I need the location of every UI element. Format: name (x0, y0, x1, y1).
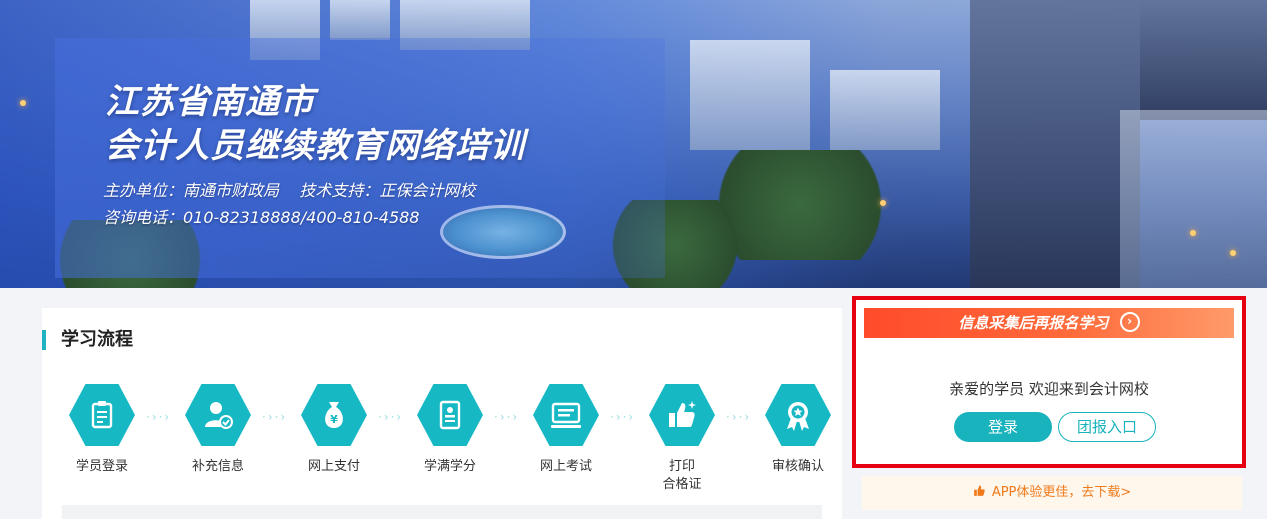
svg-text:¥: ¥ (330, 413, 338, 426)
banner-light (20, 100, 26, 106)
step-complete-credits[interactable]: 学满学分 (410, 382, 490, 476)
step-label: 补充信息 (191, 459, 244, 474)
banner-hotline: 咨询电话：010-82318888/400-810-4588 (103, 208, 420, 227)
monitor-icon (551, 402, 581, 428)
money-bag-icon: ¥ (325, 402, 343, 428)
banner-skyscraper (970, 0, 1140, 288)
info-collect-banner[interactable]: 信息采集后再报名学习 › (864, 308, 1234, 338)
step-label: 学员登录 (75, 459, 128, 474)
thumbs-up-icon (973, 476, 986, 510)
step-review-confirm[interactable]: 审核确认 (758, 382, 838, 476)
app-download-text: APP体验更佳，去下载> (991, 485, 1132, 500)
step-online-exam[interactable]: 网上考试 (526, 382, 606, 476)
chevron-right-icon: › (1119, 312, 1140, 332)
award-icon (787, 402, 809, 431)
user-check-icon (205, 402, 233, 429)
banner-building (330, 0, 390, 40)
step-icon-container: ¥ (301, 383, 367, 447)
step-icon-container (649, 383, 715, 447)
step-label: 网上考试 (539, 459, 592, 474)
banner-title-line1: 江苏省南通市 (105, 82, 315, 122)
step-label-line1: 打印 (668, 459, 695, 474)
login-button[interactable]: 登录 (954, 412, 1052, 442)
banner-light (880, 200, 886, 206)
learning-process-card: 学习流程 学员登录 ·›·› 补充信息 ·›·› ¥ 网上支付 ·›·› 学满学… (42, 308, 842, 519)
step-label: 网上支付 (307, 459, 360, 474)
group-registration-button[interactable]: 团报入口 (1058, 412, 1156, 442)
content-strip (62, 505, 822, 519)
banner-building (1120, 110, 1267, 288)
thumbs-up-icon (669, 401, 696, 427)
step-label: 学满学分 (423, 459, 476, 474)
banner-building (690, 40, 810, 150)
step-label-line2: 合格证 (662, 477, 702, 492)
step-label: 审核确认 (771, 459, 824, 474)
banner-light (1190, 230, 1196, 236)
banner-light (1230, 250, 1236, 256)
step-label: 打印 合格证 (642, 458, 722, 494)
app-download-bar[interactable]: APP体验更佳，去下载> (862, 476, 1242, 510)
banner-title-line2: 会计人员继续教育网络培训 (105, 126, 525, 166)
banner-building (1140, 0, 1267, 120)
document-person-icon (439, 400, 461, 430)
step-icon-container (765, 383, 831, 447)
info-banner-text: 信息采集后再报名学习 (958, 314, 1109, 332)
step-student-login[interactable]: 学员登录 (62, 382, 142, 476)
step-print-certificate[interactable]: 打印 合格证 (642, 382, 722, 494)
header-banner: 江苏省南通市 会计人员继续教育网络培训 主办单位：南通市财政局 技术支持：正保会… (0, 0, 1267, 288)
step-icon-container (185, 383, 251, 447)
login-panel: 信息采集后再报名学习 › 亲爱的学员 欢迎来到会计网校 登录 团报入口 (852, 296, 1246, 468)
clipboard-icon (91, 401, 113, 429)
section-title: 学习流程 (42, 330, 133, 350)
step-icon-container (533, 383, 599, 447)
banner-organizer: 主办单位：南通市财政局 技术支持：正保会计网校 (103, 181, 476, 200)
step-supplement-info[interactable]: 补充信息 (178, 382, 258, 476)
welcome-text: 亲爱的学员 欢迎来到会计网校 (949, 380, 1149, 398)
banner-building (830, 70, 940, 150)
step-icon-container (417, 383, 483, 447)
step-online-payment[interactable]: ¥ 网上支付 (294, 382, 374, 476)
step-icon-container (69, 383, 135, 447)
